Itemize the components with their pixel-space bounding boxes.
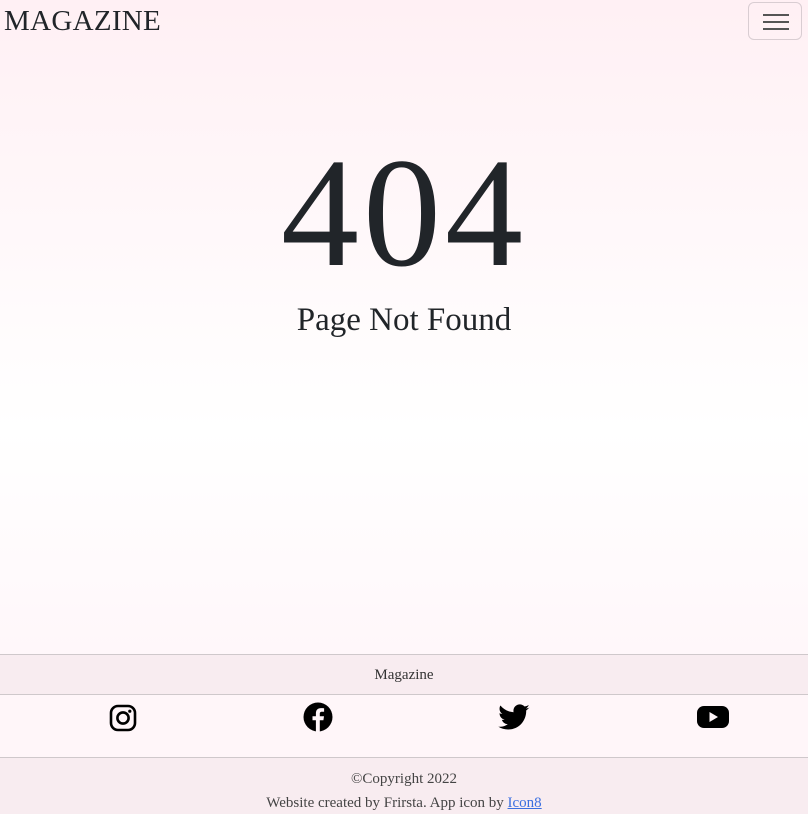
copyright-text: ©Copyright 2022 bbox=[351, 771, 457, 787]
credit-text: Website created by Frirsta. App icon by bbox=[266, 795, 508, 811]
brand-logo[interactable]: MAGAZINE bbox=[4, 3, 161, 39]
icon8-link[interactable]: Icon8 bbox=[508, 795, 542, 811]
twitter-link[interactable] bbox=[497, 701, 531, 735]
youtube-icon bbox=[697, 706, 729, 728]
facebook-icon bbox=[303, 702, 333, 732]
twitter-icon bbox=[498, 704, 530, 730]
menu-toggle-button[interactable] bbox=[748, 2, 802, 40]
credit-line: Website created by Frirsta. App icon by … bbox=[0, 793, 808, 813]
error-message: Page Not Found bbox=[296, 302, 512, 338]
instagram-icon bbox=[109, 704, 137, 732]
instagram-link[interactable] bbox=[106, 701, 140, 735]
hamburger-menu-icon bbox=[763, 14, 789, 30]
social-links bbox=[0, 695, 808, 757]
error-code: 404 bbox=[281, 126, 527, 299]
footer: ©Copyright 2022 Website created by Frirs… bbox=[0, 757, 808, 814]
navbar: MAGAZINE bbox=[0, 0, 808, 44]
footer-title-bar: Magazine bbox=[0, 654, 808, 695]
not-found-section: 404 Page Not Found bbox=[0, 120, 808, 340]
facebook-link[interactable] bbox=[301, 701, 335, 735]
youtube-link[interactable] bbox=[695, 701, 729, 735]
footer-title: Magazine bbox=[374, 667, 434, 683]
